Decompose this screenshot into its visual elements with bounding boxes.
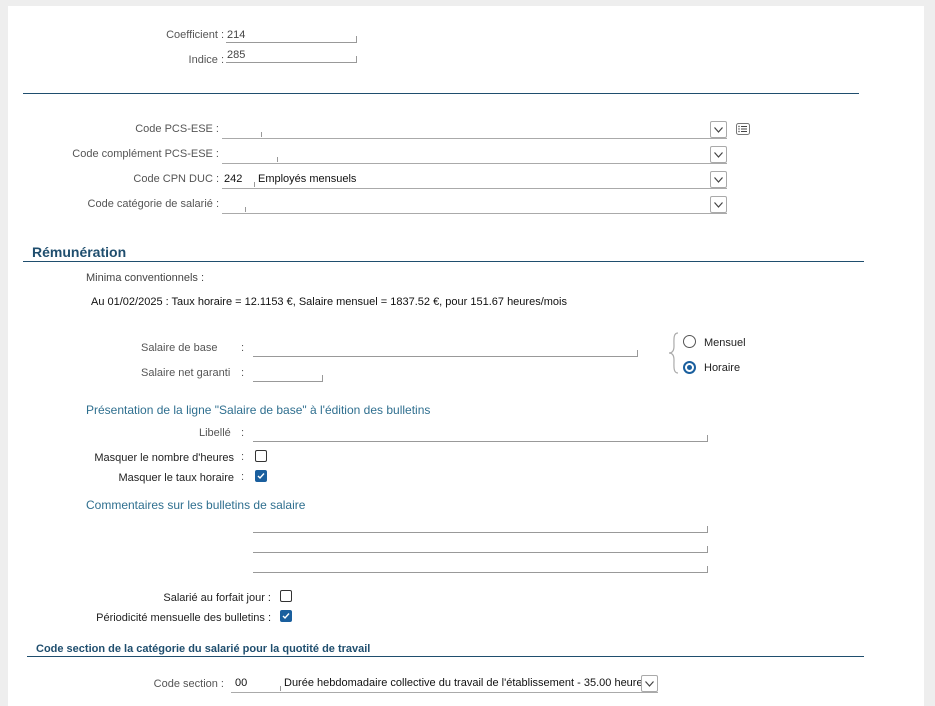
radio-mensuel[interactable]: [683, 335, 696, 348]
code-complement-label: Code complément PCS-ESE :: [72, 148, 219, 160]
masquer-heures-colon: :: [241, 451, 245, 463]
code-cpn-select[interactable]: 242 Employés mensuels: [222, 171, 727, 189]
coefficient-value: 214: [227, 29, 246, 41]
code-categorie-dropdown-button[interactable]: [710, 196, 727, 213]
code-cpn-label: Code CPN DUC :: [133, 173, 219, 185]
coefficient-label: Coefficient :: [166, 29, 224, 41]
coefficient-input[interactable]: 214: [226, 29, 357, 43]
code-categorie-select[interactable]: [222, 196, 727, 214]
radio-mensuel-label[interactable]: Mensuel: [704, 337, 746, 349]
code-cpn-value: 242: [224, 173, 243, 185]
code-categorie-label: Code catégorie de salarié :: [87, 198, 219, 210]
salaire-base-input[interactable]: [253, 343, 638, 357]
chevron-down-icon: [714, 152, 723, 158]
code-pcs-select[interactable]: [222, 121, 727, 139]
remuneration-title: Rémunération: [32, 244, 127, 260]
commentaire-line-2[interactable]: [253, 539, 708, 553]
chevron-down-icon: [645, 681, 654, 687]
code-cpn-divider: [254, 182, 255, 187]
code-section-divider: [280, 686, 281, 691]
libelle-label: Libellé: [199, 427, 231, 439]
code-complement-divider: [277, 157, 278, 162]
divider-code-section: [27, 656, 864, 657]
divider-remuneration: [23, 261, 864, 262]
masquer-taux-checkbox[interactable]: [255, 470, 267, 482]
salaire-net-label: Salaire net garanti: [141, 367, 231, 379]
chevron-down-icon: [714, 177, 723, 183]
checkmark-icon: [257, 473, 265, 480]
minima-text: Au 01/02/2025 : Taux horaire = 12.1153 €…: [91, 296, 567, 308]
code-cpn-text: Employés mensuels: [258, 173, 357, 185]
forfait-label: Salarié au forfait jour :: [163, 592, 271, 604]
code-section-dropdown-button[interactable]: [641, 675, 658, 692]
periodicite-label: Périodicité mensuelle des bulletins :: [96, 612, 271, 624]
code-categorie-divider: [245, 207, 246, 212]
commentaires-title: Commentaires sur les bulletins de salair…: [86, 498, 306, 512]
commentaire-line-3[interactable]: [253, 559, 708, 573]
checkmark-icon: [282, 613, 290, 620]
salaire-net-colon: :: [241, 367, 245, 379]
divider-top: [23, 93, 859, 94]
libelle-colon: :: [241, 427, 245, 439]
chevron-down-icon: [714, 202, 723, 208]
indice-value: 285: [227, 49, 246, 61]
masquer-taux-label: Masquer le taux horaire: [118, 472, 234, 484]
radio-horaire-label[interactable]: Horaire: [704, 362, 740, 374]
libelle-input[interactable]: [253, 428, 708, 442]
code-section-value: 00: [235, 677, 248, 689]
salaire-net-input[interactable]: [253, 368, 323, 382]
code-section-label: Code section :: [153, 678, 224, 690]
forfait-checkbox[interactable]: [280, 590, 292, 602]
masquer-heures-label: Masquer le nombre d'heures: [94, 452, 234, 464]
salaire-base-label: Salaire de base: [141, 342, 218, 354]
code-section-select[interactable]: 00 Durée hebdomadaire collective du trav…: [231, 675, 658, 693]
periodicite-checkbox[interactable]: [280, 610, 292, 622]
chevron-down-icon: [714, 127, 723, 133]
indice-input[interactable]: 285: [226, 49, 357, 63]
code-pcs-dropdown-button[interactable]: [710, 121, 727, 138]
radio-horaire[interactable]: [683, 361, 696, 374]
masquer-taux-colon: :: [241, 471, 245, 483]
code-section-title: Code section de la catégorie du salarié …: [36, 643, 371, 655]
list-icon[interactable]: [736, 123, 750, 135]
commentaire-line-1[interactable]: [253, 519, 708, 533]
salaire-base-colon: :: [241, 342, 245, 354]
code-complement-select[interactable]: [222, 146, 727, 164]
code-cpn-dropdown-button[interactable]: [710, 171, 727, 188]
brace-icon: [668, 332, 680, 374]
code-complement-dropdown-button[interactable]: [710, 146, 727, 163]
minima-label: Minima conventionnels :: [86, 272, 205, 284]
presentation-title: Présentation de la ligne "Salaire de bas…: [86, 403, 431, 417]
code-section-text: Durée hebdomadaire collective du travail…: [284, 677, 649, 689]
indice-label: Indice :: [188, 54, 224, 66]
masquer-heures-checkbox[interactable]: [255, 450, 267, 462]
code-pcs-divider: [261, 132, 262, 137]
code-pcs-label: Code PCS-ESE :: [135, 123, 219, 135]
